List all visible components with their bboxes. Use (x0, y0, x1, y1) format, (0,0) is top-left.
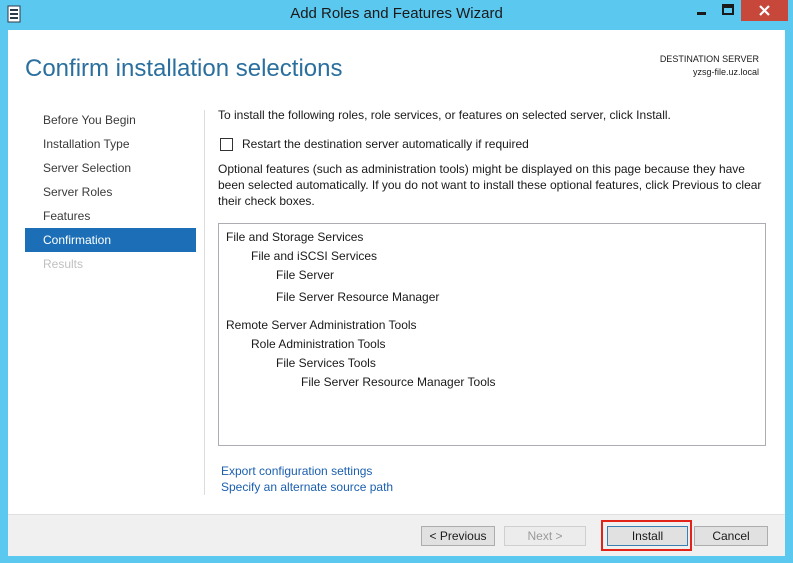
next-button: Next > (504, 526, 586, 546)
intro-text: To install the following roles, role ser… (218, 108, 671, 122)
install-button[interactable]: Install (607, 526, 688, 546)
feature-item: Role Administration Tools (251, 337, 386, 351)
destination-server-label: DESTINATION SERVER (659, 54, 759, 64)
maximize-icon (722, 4, 734, 15)
wizard-footer: < Previous Next > Install Cancel (8, 514, 785, 556)
page-title: Confirm installation selections (25, 55, 343, 82)
restart-checkbox[interactable] (220, 138, 233, 151)
nav-item-results: Results (43, 257, 84, 271)
wizard-window: Add Roles and Features Wizard Confirm in… (0, 0, 793, 563)
minimize-icon (697, 12, 706, 15)
feature-item: File Server Resource Manager Tools (301, 375, 496, 389)
wizard-nav: Before You Begin Installation Type Serve… (25, 108, 196, 276)
nav-item-confirmation[interactable]: Confirmation (25, 228, 196, 252)
export-configuration-link[interactable]: Export configuration settings (221, 464, 372, 478)
selected-features-list[interactable]: File and Storage Services File and iSCSI… (218, 223, 766, 446)
destination-server-name: yzsg-file.uz.local (692, 67, 759, 77)
minimize-button[interactable] (689, 0, 715, 21)
nav-item-features[interactable]: Features (25, 204, 196, 228)
feature-item: File and Storage Services (226, 230, 364, 244)
feature-item: File and iSCSI Services (251, 249, 378, 263)
nav-divider (204, 110, 205, 495)
restart-checkbox-label[interactable]: Restart the destination server automatic… (242, 137, 529, 151)
feature-item: File Server Resource Manager (276, 290, 440, 304)
close-icon (759, 5, 770, 16)
feature-item: Remote Server Administration Tools (226, 318, 417, 332)
wizard-client-area: Confirm installation selections DESTINAT… (8, 30, 785, 556)
nav-item-installation-type[interactable]: Installation Type (25, 132, 196, 156)
cancel-button[interactable]: Cancel (694, 526, 768, 546)
feature-item: File Services Tools (276, 356, 376, 370)
nav-item-server-selection[interactable]: Server Selection (25, 156, 196, 180)
previous-button[interactable]: < Previous (421, 526, 495, 546)
optional-features-note: Optional features (such as administratio… (218, 162, 762, 208)
window-title: Add Roles and Features Wizard (290, 5, 503, 22)
close-button[interactable] (741, 0, 788, 21)
alternate-source-link[interactable]: Specify an alternate source path (221, 480, 393, 494)
feature-item: File Server (276, 268, 335, 282)
maximize-button[interactable] (715, 0, 741, 21)
title-bar[interactable]: Add Roles and Features Wizard (0, 0, 793, 30)
nav-item-server-roles[interactable]: Server Roles (25, 180, 196, 204)
nav-item-before-you-begin[interactable]: Before You Begin (25, 108, 196, 132)
